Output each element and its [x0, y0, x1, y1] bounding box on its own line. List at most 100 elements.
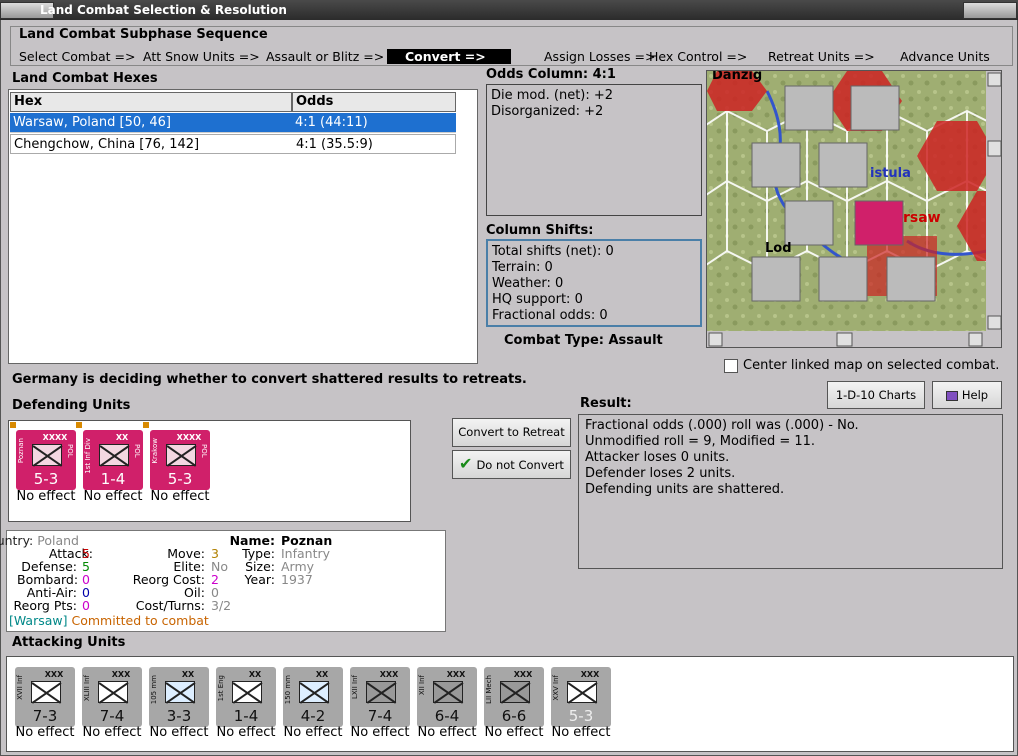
charts-button[interactable]: 1-D-10 Charts [827, 381, 925, 409]
attacking-title: Attacking Units [12, 635, 126, 650]
attacker-unit-105mm[interactable]: XX 105 mm 3-3 [149, 667, 209, 727]
step-convert-current: Convert => [387, 49, 511, 64]
terrain-shift: Terrain: 0 [492, 260, 553, 275]
unit-size: XXX [513, 670, 533, 679]
center-map-checkbox[interactable] [724, 359, 738, 373]
unit-name: 1st Inf Div [84, 438, 92, 474]
attacker-unit-lii-mech[interactable]: XXX LII Mech 6-6 [484, 667, 544, 727]
infantry-icon [32, 444, 62, 466]
unit-name: 105 mm [150, 675, 158, 705]
subphase-sequence: Land Combat Subphase Sequence Select Com… [10, 26, 1013, 66]
unit-nation: POL [133, 444, 141, 458]
infantry-icon [98, 681, 128, 703]
attacker-effect: No effect [484, 725, 544, 740]
weather-shift: Weather: 0 [492, 276, 564, 291]
result-title: Result: [580, 396, 632, 411]
map-canvas[interactable]: Danzig istula rsaw Lod [707, 71, 1002, 348]
help-button[interactable]: Help [932, 381, 1002, 409]
result-line: Defending units are shattered. [585, 482, 785, 497]
attacker-unit-lxii-inf[interactable]: XXX LXII Inf 7-4 [350, 667, 410, 727]
reorgpts-label: Reorg Pts: [13, 598, 77, 613]
odds-cell: 4:1 (44:11) [295, 115, 368, 130]
attacker-unit-xii-inf[interactable]: XXX XII Inf 6-4 [417, 667, 477, 727]
unit-size: XX [248, 670, 262, 679]
attacking-units-panel: XXX XVII Inf 7-3 No effect XXX XLIII Inf 7-4… [6, 656, 1014, 752]
attacker-unit-xliii-inf[interactable]: XXX XLIII Inf 7-4 [82, 667, 142, 727]
unit-name: 150 mm [284, 675, 292, 705]
shifts-box: Total shifts (net): 0 Terrain: 0 Weather… [486, 239, 702, 327]
map-label-lodz: Lod [765, 241, 792, 256]
attacker-unit-xvii-inf[interactable]: XXX XVII Inf 7-3 [15, 667, 75, 727]
linked-map[interactable]: Danzig istula rsaw Lod [706, 70, 1002, 348]
unit-name: LXII Inf [351, 675, 359, 700]
defender-effect: No effect [16, 489, 76, 504]
defender-unit-poznan[interactable]: XXXX Poznan POL 5-3 [16, 430, 76, 490]
column-header-hex[interactable]: Hex [10, 92, 292, 112]
unit-name: XII Inf [418, 675, 426, 696]
hexes-table: Hex Odds Warsaw, Poland [50, 46] 4:1 (44… [8, 89, 478, 364]
infantry-icon [99, 444, 129, 466]
hq-support-shift: HQ support: 0 [492, 292, 583, 307]
unit-name: Krakow [151, 438, 159, 464]
infantry-icon [166, 444, 196, 466]
close-button[interactable] [963, 2, 1017, 19]
step-assign-losses: Assign Losses => [544, 49, 656, 64]
attacker-unit-150mm[interactable]: XX 150 mm 4-2 [283, 667, 343, 727]
unit-name: LII Mech [485, 675, 493, 704]
fractional-shift: Fractional odds: 0 [492, 308, 608, 323]
sequence-title: Land Combat Subphase Sequence [19, 27, 268, 42]
shifts-title: Column Shifts: [486, 223, 594, 238]
result-line: Fractional odds (.000) roll was (.000) -… [585, 418, 859, 433]
table-row[interactable]: Chengchow, China [76, 142] 4:1 (35.5:9) [10, 134, 456, 154]
attacker-effect: No effect [82, 725, 142, 740]
hexes-title: Land Combat Hexes [12, 71, 158, 86]
unit-strength: 5-3 [167, 470, 193, 488]
attacker-effect: No effect [551, 725, 611, 740]
attacker-effect: No effect [417, 725, 477, 740]
result-box: Fractional odds (.000) roll was (.000) -… [578, 414, 1003, 569]
table-row[interactable]: Warsaw, Poland [50, 46] 4:1 (44:11) [10, 113, 456, 133]
checkmark-icon: ✔ [459, 454, 473, 473]
defender-unit-krakow[interactable]: XXXX Krakow POL 5-3 [150, 430, 210, 490]
unit-nation: POL [66, 444, 74, 458]
unit-size: XX [315, 670, 329, 679]
costturns-label: Cost/Turns: [135, 598, 205, 613]
defender-effect: No effect [150, 489, 210, 504]
defender-unit-1st-inf-div[interactable]: XX 1st Inf Div POL 1-4 [83, 430, 143, 490]
result-line: Defender loses 2 units. [585, 466, 736, 481]
defender-effect: No effect [83, 489, 143, 504]
unit-nation: POL [200, 444, 208, 458]
unit-size: XXX [44, 670, 64, 679]
infantry-icon [366, 681, 396, 703]
step-att-snow: Att Snow Units => [143, 49, 260, 64]
artillery-icon [165, 681, 195, 703]
odds-cell: 4:1 (35.5:9) [296, 137, 373, 152]
unit-strength: 5-3 [33, 470, 59, 488]
year-label: Year: [244, 572, 275, 587]
attacker-unit-1st-eng[interactable]: XX 1st Eng 1-4 [216, 667, 276, 727]
attacker-unit-xxv-inf[interactable]: XXX XXV Inf 5-3 [551, 667, 611, 727]
reorgpts-value: 0 [82, 598, 90, 613]
map-label-vistula: istula [870, 166, 911, 181]
attacker-effect: No effect [350, 725, 410, 740]
convert-to-retreat-button[interactable]: Convert to Retreat [452, 418, 571, 447]
unit-info-panel: Country: Poland Attack: 5 Defense: 5 Bom… [0, 530, 446, 632]
unit-strength: 1-4 [100, 470, 126, 488]
unit-name: XLIII Inf [83, 675, 91, 702]
status-message: Germany is deciding whether to convert s… [12, 372, 527, 387]
column-header-odds[interactable]: Odds [292, 92, 456, 112]
infantry-icon [433, 681, 463, 703]
unit-strength: 6-4 [434, 707, 460, 725]
unit-size: XXXX [176, 433, 202, 442]
help-label: Help [961, 388, 989, 402]
artillery-icon [299, 681, 329, 703]
unit-strength: 7-3 [32, 707, 58, 725]
map-label-danzig: Danzig [712, 71, 762, 83]
combat-type-label: Combat Type: [504, 333, 604, 348]
defending-units-panel: XXXX Poznan POL 5-3 No effect XX 1st Inf… [8, 420, 411, 522]
step-advance-units: Advance Units [900, 49, 990, 64]
book-icon [945, 390, 958, 401]
step-assault-blitz: Assault or Blitz => [266, 49, 385, 64]
unit-size: XXX [580, 670, 600, 679]
do-not-convert-button[interactable]: ✔ Do not Convert [452, 450, 571, 479]
